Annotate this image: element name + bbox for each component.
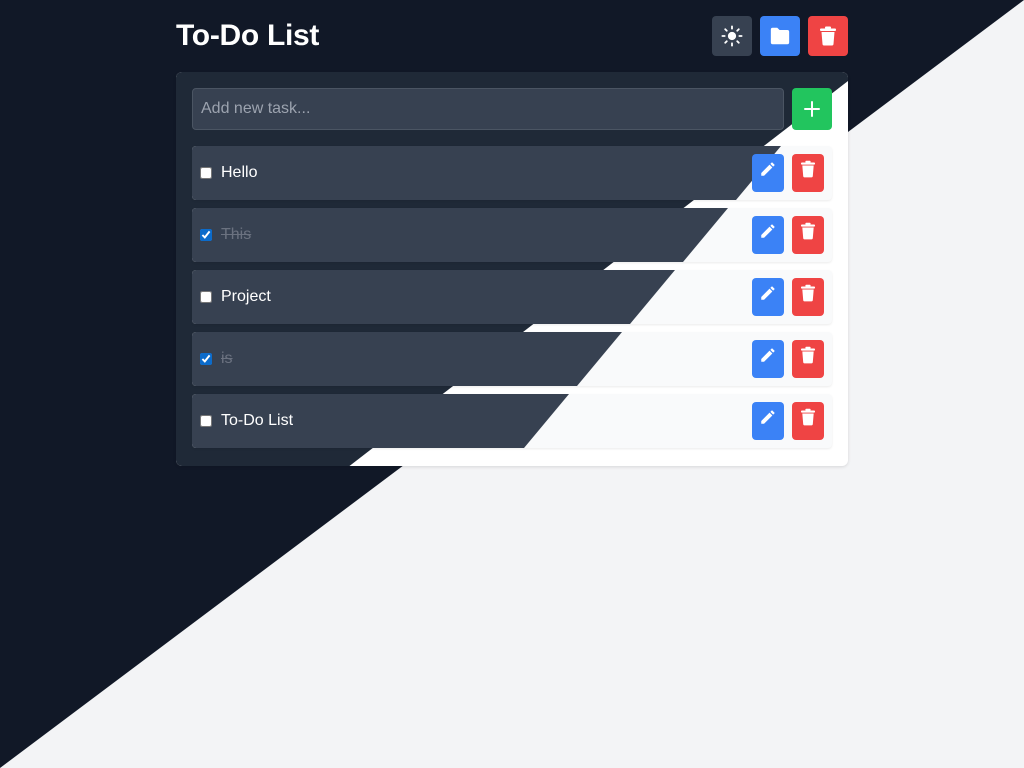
delete-task-button[interactable]	[792, 216, 824, 254]
folder-button[interactable]	[760, 16, 800, 56]
trash-icon	[820, 26, 836, 46]
sun-icon	[721, 25, 743, 47]
add-task-row	[192, 88, 832, 130]
task-item: To-Do List	[192, 394, 832, 448]
task-checkbox[interactable]	[200, 353, 212, 365]
new-task-input[interactable]	[192, 88, 784, 130]
delete-task-button[interactable]	[792, 402, 824, 440]
task-item: This	[192, 208, 832, 262]
todo-card: Hello	[176, 72, 848, 466]
trash-icon	[801, 222, 815, 240]
task-item: Hello	[192, 146, 832, 200]
task-checkbox[interactable]	[200, 167, 212, 179]
edit-task-button[interactable]	[752, 278, 784, 316]
pencil-icon	[761, 224, 775, 238]
task-text: is	[221, 350, 233, 367]
clear-all-button[interactable]	[808, 16, 848, 56]
edit-task-button[interactable]	[752, 402, 784, 440]
task-item: is	[192, 332, 832, 386]
task-checkbox[interactable]	[200, 415, 212, 427]
pencil-icon	[761, 286, 775, 300]
pencil-icon	[761, 162, 775, 176]
task-text: This	[221, 226, 252, 243]
trash-icon	[801, 408, 815, 426]
task-list: Hello This Project is To-Do List	[192, 146, 832, 448]
edit-task-button[interactable]	[752, 154, 784, 192]
trash-icon	[801, 160, 815, 178]
delete-task-button[interactable]	[792, 278, 824, 316]
task-checkbox[interactable]	[200, 229, 212, 241]
task-text: Project	[221, 288, 271, 305]
task-checkbox[interactable]	[200, 291, 212, 303]
page-title: To-Do List	[176, 19, 320, 52]
plus-icon	[804, 101, 820, 117]
app-container: To-Do List Add new task... Hello This Pr…	[176, 0, 848, 466]
folder-icon	[770, 27, 790, 45]
edit-task-button[interactable]	[752, 216, 784, 254]
task-text: Hello	[221, 164, 258, 181]
task-text: To-Do List	[221, 412, 294, 429]
trash-icon	[801, 284, 815, 302]
theme-toggle-button[interactable]	[712, 16, 752, 56]
header-actions	[712, 16, 848, 56]
pencil-icon	[761, 410, 775, 424]
add-task-button[interactable]	[792, 88, 832, 130]
edit-task-button[interactable]	[752, 340, 784, 378]
delete-task-button[interactable]	[792, 340, 824, 378]
trash-icon	[801, 346, 815, 364]
header: To-Do List	[176, 0, 848, 72]
delete-task-button[interactable]	[792, 154, 824, 192]
task-item: Project	[192, 270, 832, 324]
pencil-icon	[761, 348, 775, 362]
